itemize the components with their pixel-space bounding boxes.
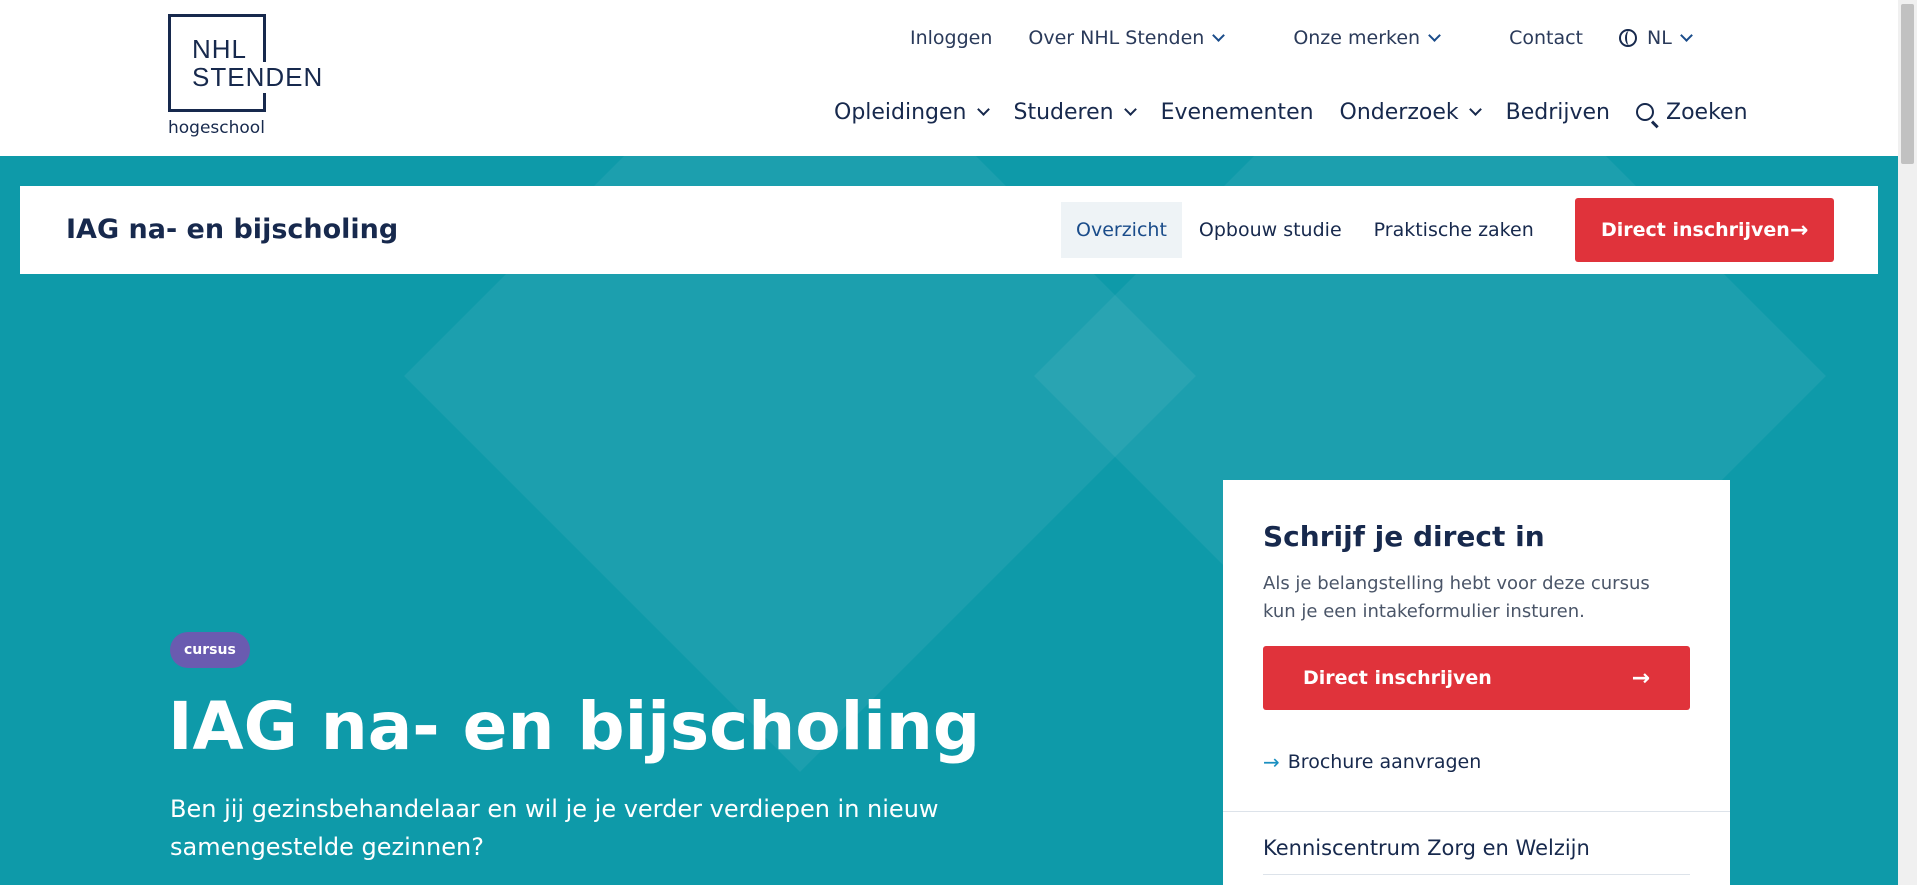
tab-overzicht[interactable]: Overzicht [1061,202,1182,258]
brands-label: Onze merken [1293,27,1421,49]
card-item-divider [1263,874,1690,875]
nav-item-label: Opleidingen [834,99,967,125]
search-label: Zoeken [1666,99,1748,125]
about-label: Over NHL Stenden [1028,27,1205,49]
nav-item-label: Evenementen [1160,99,1314,125]
chevron-down-icon [1679,29,1693,42]
nav-item-evenementen[interactable]: Evenementen [1161,100,1314,125]
contact-label: Contact [1509,27,1583,49]
brands-dropdown[interactable]: Onze merken [1293,27,1441,49]
card-description: Als je belangstelling hebt voor deze cur… [1263,573,1650,622]
card-title: Schrijf je direct in [1263,520,1545,553]
kenniscentrum-link[interactable]: Kenniscentrum Zorg en Welzijn [1263,836,1590,860]
globe-icon [1619,29,1637,47]
enrollment-card: Schrijf je direct in Als je belangstelli… [1223,480,1730,885]
arrow-right-icon: → [1263,750,1280,774]
direct-inschrijven-button[interactable]: Direct inschrijven → [1575,198,1834,262]
card-divider [1223,811,1730,812]
tab-opbouw-studie[interactable]: Opbouw studie [1184,202,1357,258]
chevron-down-icon [1123,103,1137,116]
nav-item-opleidingen[interactable]: Opleidingen [834,99,990,125]
chevron-down-icon [1428,29,1441,42]
page-scrollbar[interactable] [1898,0,1917,885]
search-button[interactable]: Zoeken [1636,100,1748,125]
course-type-badge: cursus [170,632,250,668]
nhl-stenden-logo[interactable]: NHL STENDEN hogeschool [168,14,338,144]
login-label: Inloggen [910,27,993,49]
arrow-right-icon: → [1631,665,1650,691]
login-link[interactable]: Inloggen [910,27,992,49]
tab-praktische-zaken[interactable]: Praktische zaken [1359,202,1549,258]
chevron-down-icon [1212,29,1226,42]
language-selector[interactable]: NL [1619,27,1693,49]
logo-text-line2: STENDEN [192,62,328,93]
card-cta-label: Direct inschrijven [1303,667,1492,689]
top-utility-nav: Inloggen Over NHL Stenden Onze merken Co… [910,24,1727,52]
nav-item-label: Onderzoek [1339,99,1459,125]
hero-intro-text: Ben jij gezinsbehandelaar en wil je je v… [170,795,939,861]
nav-item-label: Studeren [1013,99,1114,125]
chevron-down-icon [1468,103,1482,116]
direct-inschrijven-label: Direct inschrijven [1601,219,1790,241]
course-subnav-title: IAG na- en bijscholing [66,214,399,245]
brochure-link[interactable]: → Brochure aanvragen [1263,750,1481,774]
logo-text-line1: NHL [192,34,252,65]
language-label: NL [1647,27,1672,49]
chevron-down-icon [976,103,990,116]
brochure-label: Brochure aanvragen [1287,751,1482,773]
nav-item-bedrijven[interactable]: Bedrijven [1506,100,1610,125]
arrow-right-icon: → [1789,217,1809,243]
course-subnav: IAG na- en bijscholing Overzicht Opbouw … [20,186,1878,274]
about-dropdown[interactable]: Over NHL Stenden [1028,27,1226,49]
card-direct-inschrijven-button[interactable]: Direct inschrijven → [1263,646,1690,710]
page-title: IAG na- en bijscholing [168,688,981,765]
scrollbar-thumb[interactable] [1901,4,1914,164]
course-subnav-tabs: Overzicht Opbouw studie Praktische zaken [1061,202,1551,258]
nav-item-studeren[interactable]: Studeren [1013,99,1137,125]
nav-item-onderzoek[interactable]: Onderzoek [1339,99,1482,125]
main-nav: Opleidingen Studeren Evenementen Onderzo… [834,96,1774,128]
site-header: NHL STENDEN hogeschool Inloggen Over NHL… [0,0,1898,156]
nav-item-label: Bedrijven [1505,99,1611,125]
search-icon [1636,103,1655,121]
contact-link[interactable]: Contact [1509,27,1583,49]
logo-subtitle: hogeschool [168,118,265,138]
